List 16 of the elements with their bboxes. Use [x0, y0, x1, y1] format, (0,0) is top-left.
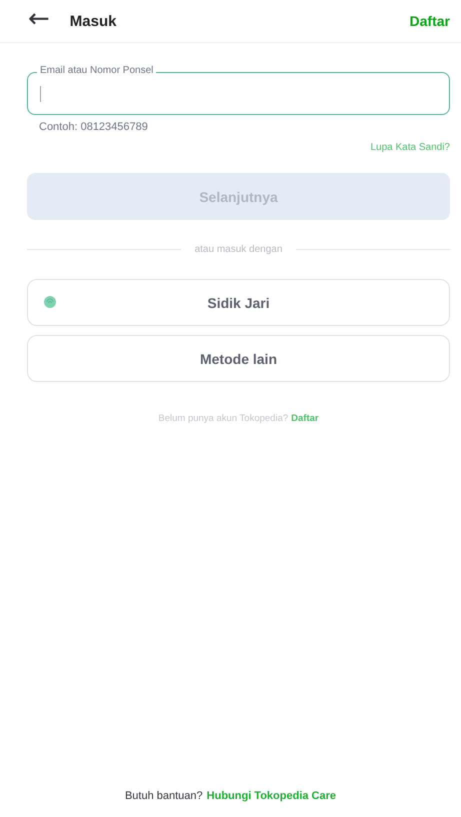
divider-text: atau masuk dengan — [194, 244, 282, 255]
fingerprint-icon — [44, 296, 56, 308]
login-method-button[interactable]: Metode lain — [27, 335, 450, 382]
text-cursor — [40, 86, 41, 102]
register-prompt: Belum punya akun Tokopedia? — [158, 413, 288, 424]
forgot-password-link[interactable]: Lupa Kata Sandi? — [370, 142, 450, 153]
email-field[interactable] — [27, 72, 450, 115]
register-link[interactable]: Daftar — [291, 413, 319, 424]
login-method-button[interactable]: Sidik Jari — [27, 279, 450, 326]
register-link[interactable]: Daftar — [410, 13, 450, 29]
page-title: Masuk — [70, 12, 118, 30]
field-label: Email atau Nomor Ponsel — [37, 65, 156, 76]
field-hint: Contoh: 08123456789 — [39, 121, 149, 133]
contact-care-link[interactable]: Hubungi Tokopedia Care — [206, 790, 336, 802]
help-prompt: Butuh bantuan? — [124, 790, 203, 802]
back-button[interactable]: ← — [28, 6, 50, 32]
